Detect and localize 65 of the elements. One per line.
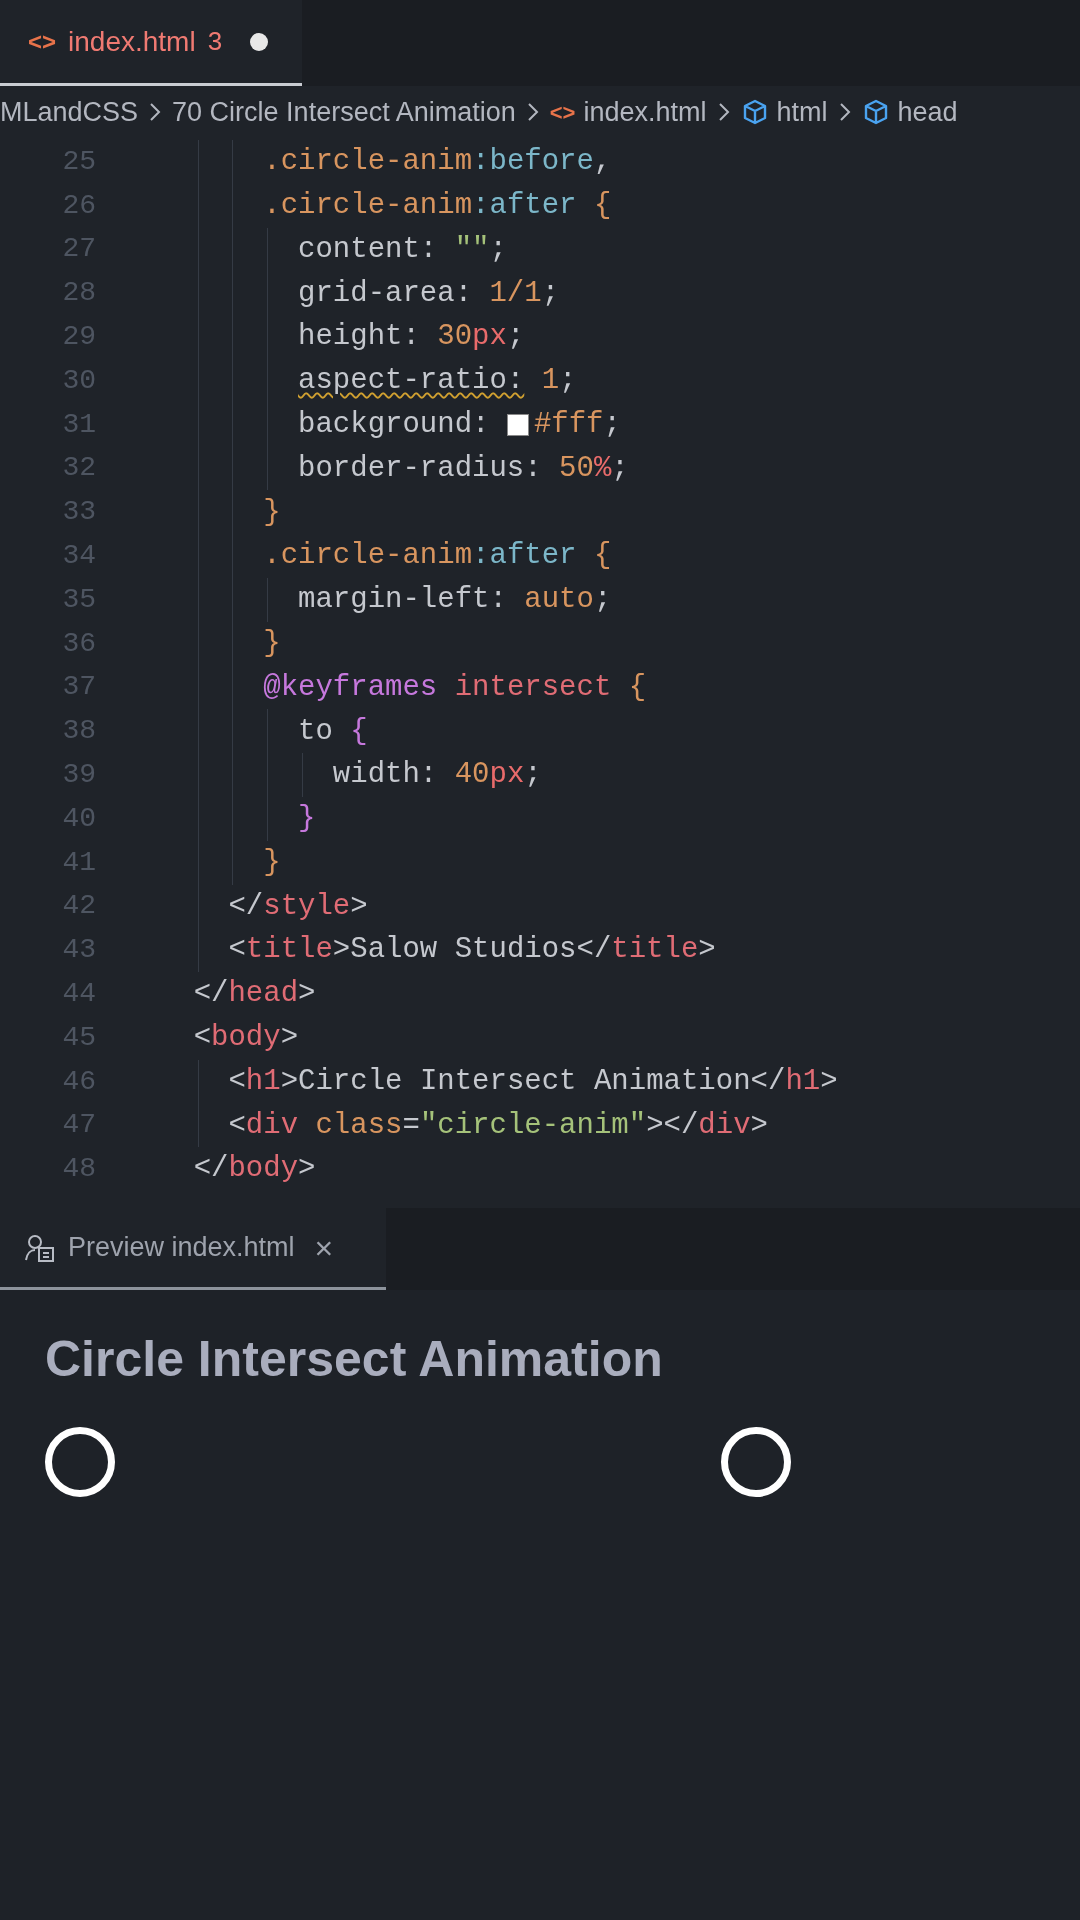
line-number: 35 — [61, 582, 96, 617]
code-line: to { — [297, 713, 368, 750]
chevron-icon — [716, 101, 731, 123]
chevron-icon — [525, 101, 540, 123]
code-line: <title>Salow Studios</title> — [227, 932, 716, 969]
line-number: 29 — [61, 320, 96, 355]
line-number: 37 — [61, 670, 96, 705]
chevron-icon — [148, 101, 163, 123]
code-line: } — [297, 801, 316, 838]
breadcrumb-item[interactable]: MLandCSS — [0, 91, 139, 133]
line-number: 46 — [61, 1064, 96, 1099]
line-number: 39 — [61, 758, 96, 793]
code-line: .circle-anim:after { — [262, 538, 612, 575]
code-line: <div class="circle-anim"></div> — [227, 1107, 768, 1144]
line-number: 25 — [61, 144, 96, 179]
code-line: </head> — [192, 976, 316, 1013]
code-line: border-radius: 50%; — [297, 450, 629, 487]
line-number: 45 — [61, 1020, 96, 1055]
line-number: 33 — [61, 495, 96, 530]
code-line: @keyframes intersect { — [262, 669, 647, 706]
line-number: 41 — [61, 845, 96, 880]
code-icon: <> — [28, 23, 57, 60]
line-number: 30 — [61, 363, 96, 398]
code-line: background: #fff; — [297, 406, 621, 443]
breadcrumb-item[interactable]: 70 Circle Intersect Animation — [172, 91, 516, 133]
code-icon: <> — [549, 95, 576, 129]
line-number: 38 — [61, 714, 96, 749]
code-line: </body> — [192, 1151, 316, 1188]
code-line: grid-area: 1/1; — [297, 275, 560, 312]
line-number: 47 — [61, 1108, 96, 1143]
breadcrumb-item[interactable]: index.html — [583, 91, 707, 133]
line-number: 43 — [61, 933, 96, 968]
line-number: 34 — [61, 539, 96, 574]
code-line: .circle-anim:after { — [262, 187, 612, 224]
code-line: height: 30px; — [297, 319, 525, 356]
breadcrumb-item[interactable]: head — [897, 91, 958, 133]
line-number: 26 — [61, 188, 96, 223]
line-number: 44 — [61, 977, 96, 1012]
chevron-icon — [837, 101, 852, 123]
code-line: <body> — [192, 1020, 299, 1057]
code-line: content: ""; — [297, 231, 507, 268]
line-number: 48 — [61, 1152, 96, 1187]
line-number: 32 — [61, 451, 96, 486]
line-number: 40 — [61, 801, 96, 836]
close-icon[interactable]: × — [314, 1223, 334, 1272]
code-line: </style> — [227, 888, 368, 925]
editor-tab[interactable]: <> index.html 3 — [0, 0, 302, 86]
line-number: 42 — [61, 889, 96, 924]
line-number: 27 — [61, 232, 96, 267]
line-number: 31 — [61, 407, 96, 442]
preview-heading: Circle Intersect Animation — [45, 1330, 664, 1389]
line-number: 36 — [61, 626, 96, 661]
line-number: 28 — [61, 276, 96, 311]
preview-tab[interactable]: Preview index.html × — [0, 1208, 386, 1290]
code-line: margin-left: auto; — [297, 582, 612, 619]
problem-count: 3 — [207, 25, 223, 58]
code-line: width: 40px; — [331, 757, 542, 794]
code-line: } — [262, 844, 281, 881]
code-line: aspect-ratio: 1; — [297, 363, 577, 400]
code-line: } — [262, 494, 281, 531]
code-line: .circle-anim:before, — [262, 144, 612, 181]
code-line: <h1>Circle Intersect Animation</h1> — [227, 1063, 838, 1100]
color-swatch[interactable] — [506, 413, 529, 436]
code-line: } — [262, 625, 281, 662]
breadcrumb-item[interactable]: html — [776, 91, 828, 133]
